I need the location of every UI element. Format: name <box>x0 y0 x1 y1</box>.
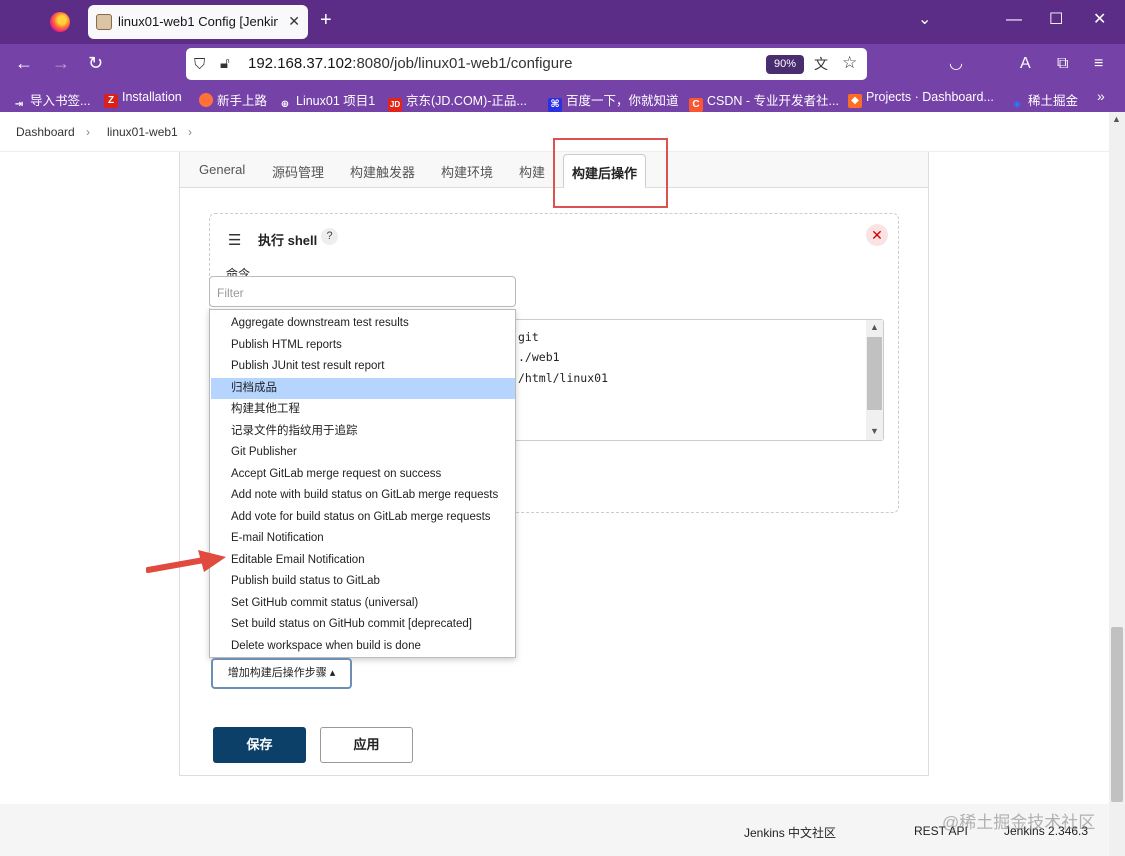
apply-button[interactable]: 应用 <box>320 727 413 763</box>
back-icon[interactable]: ← <box>15 53 33 73</box>
breadcrumb-dashboard[interactable]: Dashboard <box>16 125 75 139</box>
forward-icon[interactable]: → <box>52 53 70 73</box>
url-text[interactable]: 192.168.37.102:8080/job/linux01-web1/con… <box>248 55 572 72</box>
pocket-icon[interactable]: ◡ <box>949 55 963 73</box>
juejin-icon: ◈ <box>1013 99 1021 110</box>
save-button[interactable]: 保存 <box>213 727 306 763</box>
tab-list-chevron-icon[interactable]: ⌄ <box>918 11 931 29</box>
footer-community-link[interactable]: Jenkins 中文社区 <box>744 824 836 841</box>
zoom-badge[interactable]: 90% <box>766 55 804 74</box>
jenkins-favicon-icon <box>96 14 112 30</box>
bookmark-linux01[interactable]: ⊕ Linux01 项目1 <box>278 90 375 112</box>
minimize-icon[interactable]: — <box>1006 11 1022 29</box>
dropdown-item[interactable]: 构建其他工程 <box>211 399 515 421</box>
bookmark-jd[interactable]: JD 京东(JD.COM)-正品... <box>388 90 527 112</box>
tab-title: linux01-web1 Config [Jenkins] <box>118 14 278 29</box>
dropdown-item[interactable]: Set GitHub commit status (universal) <box>211 593 515 615</box>
annotation-highlight-box <box>553 138 668 208</box>
dropdown-item[interactable]: Editable Email Notification <box>211 550 515 572</box>
bookmark-getting-started[interactable]: 新手上路 <box>199 90 267 109</box>
post-build-dropdown: Aggregate downstream test results Publish… <box>209 309 516 658</box>
dropdown-item[interactable]: Publish HTML reports <box>211 335 515 357</box>
csdn-icon: C <box>689 98 703 112</box>
tab-environment[interactable]: 构建环境 <box>441 162 493 181</box>
dropdown-item[interactable]: 记录文件的指纹用于追踪 <box>211 421 515 443</box>
dropdown-item[interactable]: Add note with build status on GitLab mer… <box>211 485 515 507</box>
breadcrumb-separator-icon: › <box>86 125 90 139</box>
dropdown-item[interactable]: 归档成品 <box>211 377 515 399</box>
tab-general[interactable]: General <box>199 162 245 177</box>
dropdown-item[interactable]: Aggregate downstream test results <box>211 313 515 335</box>
dropdown-item[interactable]: Git Publisher <box>211 442 515 464</box>
browser-tab[interactable]: linux01-web1 Config [Jenkins] ✕ <box>88 5 308 39</box>
bookmark-installation[interactable]: Z Installation <box>104 90 182 108</box>
breadcrumb-job[interactable]: linux01-web1 <box>107 125 178 139</box>
url-bar[interactable]: ⛉ 🔓︎ 192.168.37.102:8080/job/linux01-web… <box>186 48 867 80</box>
scrollbar-thumb[interactable] <box>1111 627 1123 802</box>
dropdown-item[interactable]: Add vote for build status on GitLab merg… <box>211 507 515 529</box>
tab-close-icon[interactable]: ✕ <box>288 13 300 30</box>
globe-icon: ⊕ <box>280 99 290 110</box>
dropdown-item[interactable]: Publish build status to GitLab <box>211 571 515 593</box>
z-icon: Z <box>104 94 118 108</box>
more-bookmarks-icon[interactable]: » <box>1097 88 1105 104</box>
page-scrollbar[interactable]: ▲ <box>1109 112 1125 856</box>
jd-icon: JD <box>388 98 402 112</box>
bookmark-juejin[interactable]: ◈ 稀土掘金 <box>1010 90 1078 112</box>
insecure-lock-icon[interactable]: 🔓︎ <box>220 55 230 72</box>
bookmark-baidu[interactable]: ⌘ 百度一下，你就知道 <box>548 90 679 112</box>
dropdown-item[interactable]: E-mail Notification <box>211 528 515 550</box>
new-tab-icon[interactable]: + <box>320 10 332 30</box>
dropdown-item[interactable]: Accept GitLab merge request on success <box>211 464 515 486</box>
shield-icon[interactable]: ⛉ <box>194 56 205 73</box>
scroll-up-icon[interactable]: ▲ <box>870 322 879 332</box>
tab-build[interactable]: 构建 <box>519 162 545 181</box>
window-close-icon[interactable]: ✕ <box>1093 11 1106 29</box>
bookmark-star-icon[interactable]: ☆ <box>842 53 857 73</box>
baidu-icon: ⌘ <box>548 98 562 112</box>
bookmark-gitlab[interactable]: ◆ Projects · Dashboard... <box>848 90 994 108</box>
scroll-up-icon[interactable]: ▲ <box>1112 114 1121 124</box>
dropdown-item[interactable]: Publish JUnit test result report <box>211 356 515 378</box>
scroll-down-icon[interactable]: ▼ <box>870 426 879 436</box>
tab-triggers[interactable]: 构建触发器 <box>350 162 415 181</box>
watermark: @稀土掘金技术社区 <box>942 813 1096 832</box>
bookmark-csdn[interactable]: C CSDN - 专业开发者社... <box>689 90 839 112</box>
menu-icon[interactable]: ≡ <box>1094 55 1103 73</box>
extensions-icon[interactable]: ⧉ <box>1057 55 1068 73</box>
import-icon: ⇥ <box>14 99 24 110</box>
command-scrollbar-thumb[interactable] <box>867 337 882 410</box>
translate-extension-icon[interactable]: A <box>1020 55 1031 73</box>
filter-input[interactable]: Filter <box>209 276 516 307</box>
drag-handle-icon[interactable]: ☰ <box>228 231 241 249</box>
command-line: ./web1 <box>518 350 560 364</box>
firefox-icon[interactable] <box>50 12 70 32</box>
browser-tabbar: linux01-web1 Config [Jenkins] ✕ + ⌄ — ☐ … <box>0 0 1125 44</box>
dropdown-item[interactable]: Set build status on GitHub commit [depre… <box>211 614 515 636</box>
maximize-icon[interactable]: ☐ <box>1049 11 1063 29</box>
tab-scm[interactable]: 源码管理 <box>272 162 324 181</box>
add-post-build-step-button[interactable]: 增加构建后操作步骤 ▴ <box>211 658 352 689</box>
step-title: 执行 shell <box>258 233 318 248</box>
breadcrumb-separator-icon[interactable]: › <box>188 125 192 139</box>
help-icon[interactable]: ? <box>321 228 338 245</box>
delete-step-icon[interactable]: ✕ <box>866 224 888 246</box>
translate-icon[interactable]: 文 <box>814 54 828 74</box>
command-scrollbar[interactable]: ▲ ▼ <box>866 320 883 440</box>
command-line: /html/linux01 <box>518 371 609 385</box>
gitlab-icon: ◆ <box>848 94 862 108</box>
reload-icon[interactable]: ↻ <box>88 53 103 73</box>
dropdown-item[interactable]: Delete workspace when build is done <box>211 636 515 658</box>
browser-navbar: ← → ↻ ⛉ 🔓︎ 192.168.37.102:8080/job/linux… <box>0 44 1125 84</box>
firefox-small-icon <box>199 93 213 107</box>
bookmarks-bar: ⇥ 导入书签... Z Installation 新手上路 ⊕ Linux01 项目1… <box>0 84 1125 112</box>
annotation-arrow-icon <box>146 550 226 573</box>
command-line: git <box>518 330 539 344</box>
bookmark-import[interactable]: ⇥ 导入书签... <box>12 90 91 112</box>
